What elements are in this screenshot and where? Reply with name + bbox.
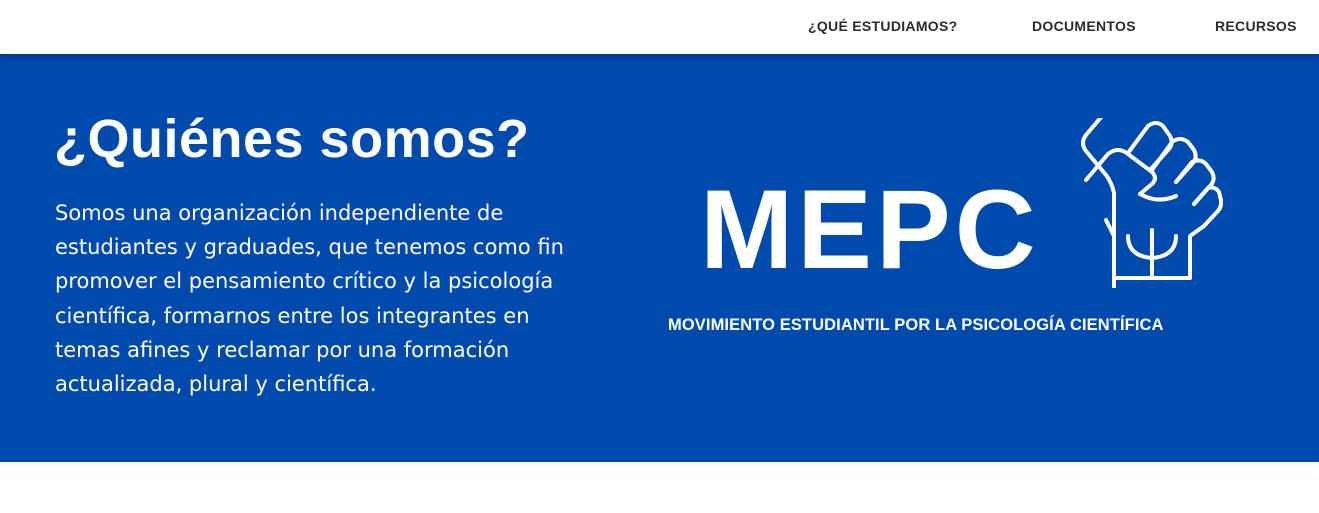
raised-fist-psi-icon	[1081, 118, 1223, 288]
top-navigation-bar: ¿QUÉ ESTUDIAMOS? DOCUMENTOS RECURSOS	[0, 0, 1319, 54]
nav-link-recursos[interactable]: RECURSOS	[1215, 18, 1297, 34]
logo-wordmark: MEPC	[700, 167, 1040, 292]
hero-title: ¿Quiénes somos?	[54, 109, 530, 169]
organization-tagline: MOVIMIENTO ESTUDIANTIL POR LA PSICOLOGÍA…	[668, 316, 1164, 334]
nav-link-que-estudiamos[interactable]: ¿QUÉ ESTUDIAMOS?	[808, 18, 957, 34]
hero-description: Somos una organización independiente de …	[55, 201, 564, 397]
nav-link-documentos[interactable]: DOCUMENTOS	[1032, 18, 1136, 34]
hero-section: ¿Quiénes somos? Somos una organización i…	[0, 54, 1319, 462]
